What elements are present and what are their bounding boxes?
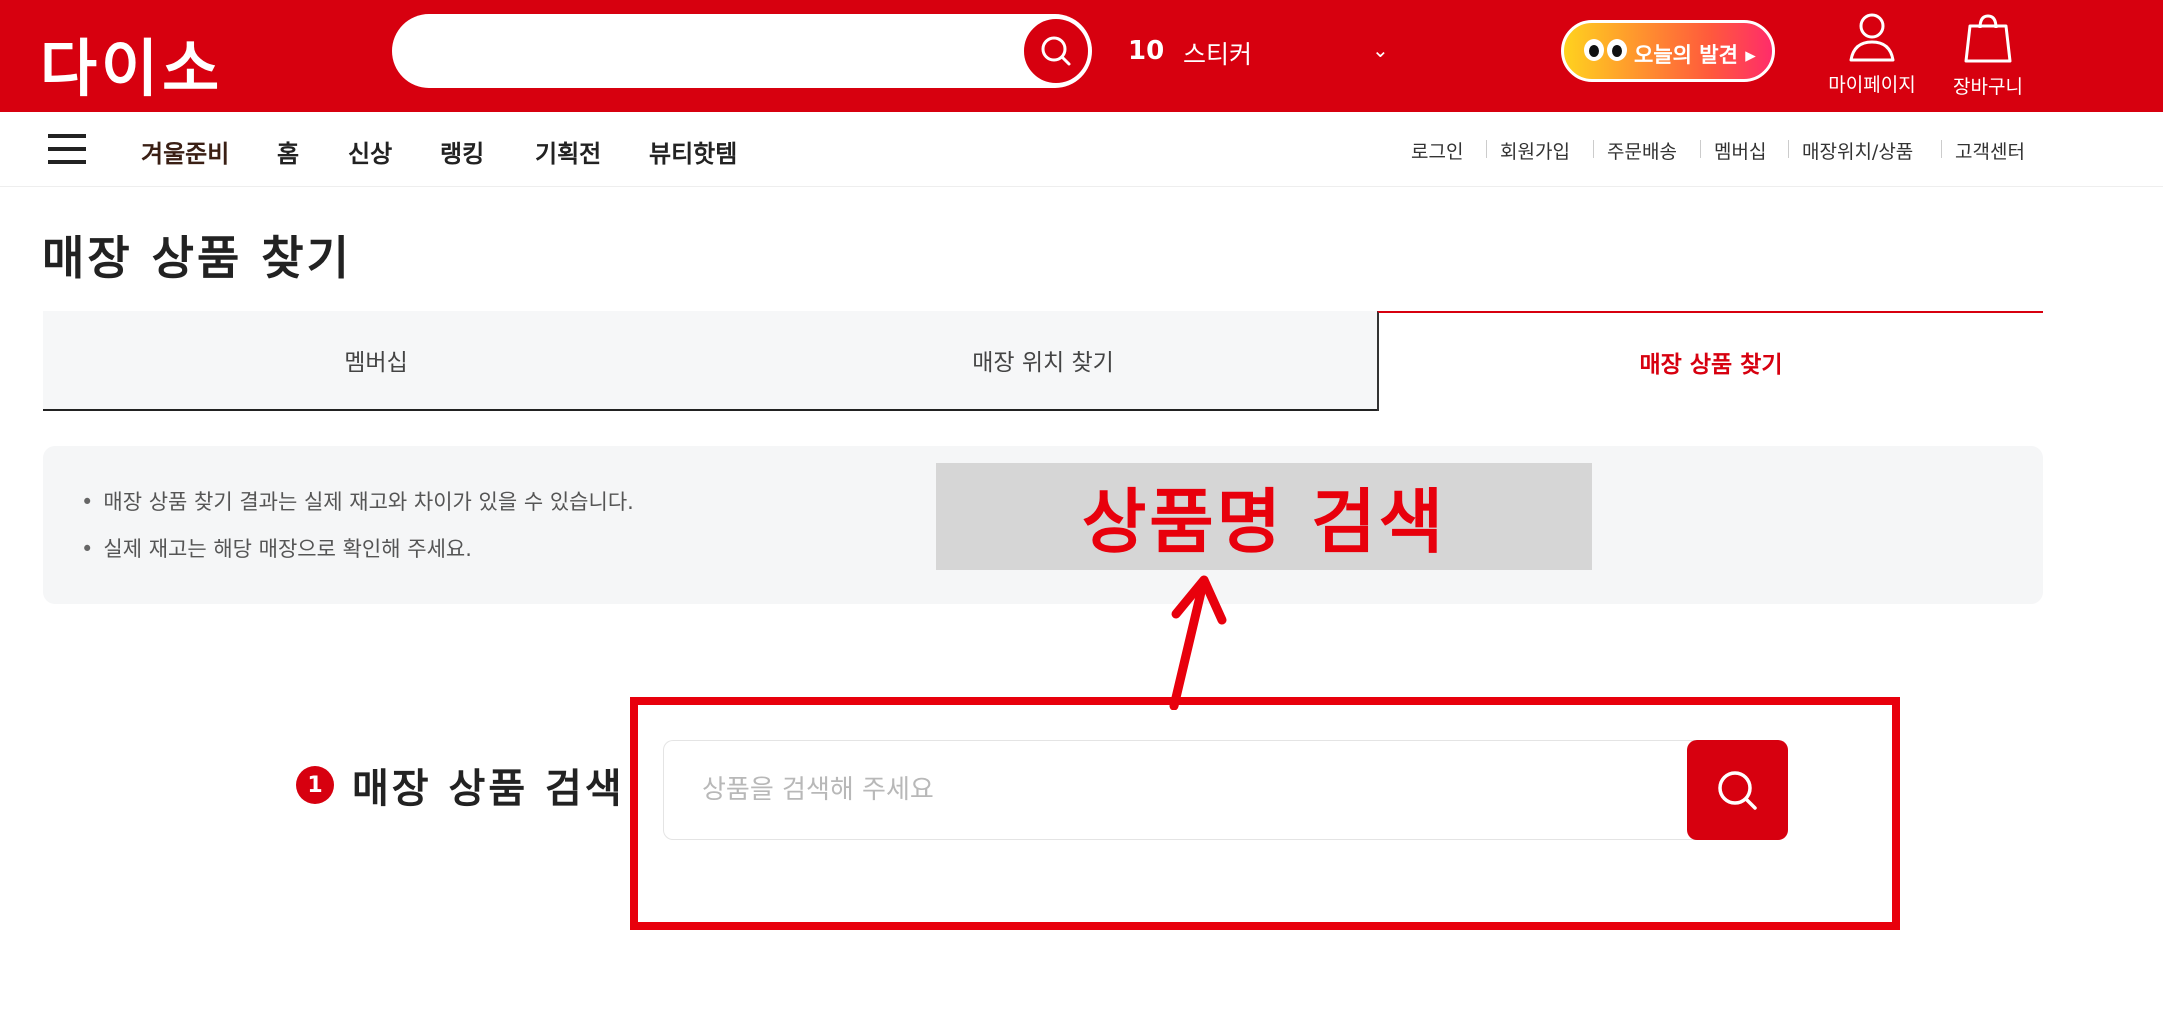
tab-store-location[interactable]: 매장 위치 찾기	[709, 311, 1377, 411]
step-heading: 1 매장 상품 검색	[296, 756, 625, 814]
customer-center-link[interactable]: 고객센터	[1955, 137, 2025, 164]
trending-keyword[interactable]: 스티커	[1183, 35, 1252, 71]
divider	[1700, 140, 1701, 158]
global-search-field[interactable]	[392, 14, 1092, 88]
annotation-callout: 상품명 검색	[936, 463, 1592, 570]
cart-button[interactable]: 장바구니	[1938, 12, 2038, 99]
signup-link[interactable]: 회원가입	[1500, 137, 1570, 164]
nav-item-new[interactable]: 신상	[348, 134, 392, 169]
login-link[interactable]: 로그인	[1411, 137, 1463, 164]
step-label: 매장 상품 검색	[352, 766, 625, 812]
tab-membership[interactable]: 멤버십	[43, 311, 709, 411]
nav-item-ranking[interactable]: 랭킹	[440, 134, 484, 169]
global-search-input[interactable]	[392, 14, 1012, 88]
eyes-icon	[1584, 39, 1630, 66]
nav-item-promotions[interactable]: 기획전	[535, 134, 601, 169]
daiso-logo[interactable]: 다이소	[40, 18, 223, 108]
today-discover-button[interactable]: 오늘의 발견 ▸	[1561, 20, 1775, 82]
menu-icon[interactable]	[48, 134, 86, 164]
divider	[1486, 140, 1487, 158]
category-nav: 겨울준비 홈 신상 랭킹 기획전 뷰티핫템 로그인 회원가입 주문배송 멤버십 …	[0, 112, 2163, 187]
trending-rank-number: 10	[1128, 36, 1165, 66]
top-header: 다이소 10 스티커 ⌄ 오늘의 발견 ▸ 마이페이지 장바구니	[0, 0, 2163, 112]
user-icon	[1849, 13, 1895, 62]
product-search-input[interactable]	[663, 740, 1695, 840]
cart-label: 장바구니	[1953, 76, 2023, 98]
page-title: 매장 상품 찾기	[42, 231, 352, 285]
notice-item: 매장 상품 찾기 결과는 실제 재고와 차이가 있을 수 있습니다.	[81, 486, 633, 516]
step-number-badge: 1	[296, 766, 334, 804]
nav-item-beauty[interactable]: 뷰티핫템	[649, 134, 737, 169]
divider	[1941, 140, 1942, 158]
today-discover-label: 오늘의 발견 ▸	[1634, 43, 1756, 67]
global-search-button[interactable]	[1021, 16, 1091, 86]
divider	[1788, 140, 1789, 158]
annotation-arrow-icon	[1169, 575, 1227, 710]
tab-store-product[interactable]: 매장 상품 찾기	[1377, 311, 2043, 411]
mypage-button[interactable]: 마이페이지	[1822, 12, 1922, 97]
shopping-bag-icon	[1964, 14, 2012, 63]
membership-link[interactable]: 멤버십	[1714, 137, 1766, 164]
search-icon	[1041, 36, 1071, 66]
order-delivery-link[interactable]: 주문배송	[1607, 137, 1677, 164]
notice-item: 실제 재고는 해당 매장으로 확인해 주세요.	[81, 533, 472, 563]
nav-item-winter[interactable]: 겨울준비	[141, 134, 229, 169]
chevron-down-icon[interactable]: ⌄	[1372, 38, 1389, 62]
search-icon	[1718, 771, 1757, 810]
mypage-label: 마이페이지	[1828, 74, 1916, 96]
product-search-button[interactable]	[1687, 740, 1788, 840]
nav-item-home[interactable]: 홈	[277, 134, 299, 169]
divider	[1593, 140, 1594, 158]
store-location-link[interactable]: 매장위치/상품	[1802, 137, 1913, 164]
